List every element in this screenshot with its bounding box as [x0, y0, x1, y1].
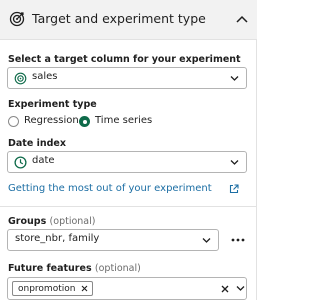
close-icon[interactable] [221, 285, 229, 293]
date-index-select[interactable]: date [7, 151, 247, 173]
target-label: Select a target column for your experime… [8, 54, 241, 65]
experiment-type-label: Experiment type [8, 99, 97, 110]
section-header[interactable]: Target and experiment type [0, 0, 257, 40]
groups-label-text: Groups [8, 216, 47, 227]
optional-tag: (optional) [94, 263, 141, 274]
groups-value: store_nbr, family [15, 233, 100, 244]
target-icon [14, 72, 27, 85]
section-title: Target and experiment type [32, 11, 206, 26]
more-icon[interactable] [231, 238, 245, 242]
target-select[interactable]: sales [7, 67, 247, 89]
groups-label: Groups (optional) [8, 216, 95, 227]
groups-select[interactable]: store_nbr, family [7, 229, 219, 251]
target-icon [9, 11, 25, 27]
target-value: sales [32, 71, 58, 82]
date-index-label: Date index [8, 138, 66, 149]
close-icon[interactable] [81, 285, 88, 292]
chevron-up-icon[interactable] [236, 14, 248, 24]
experiment-config-panel: Target and experiment type Select a targ… [0, 0, 257, 300]
date-index-value: date [32, 155, 55, 166]
radio-label: Regression [24, 115, 79, 126]
external-link-icon[interactable] [229, 184, 239, 194]
chevron-down-icon[interactable] [236, 285, 245, 292]
future-features-label: Future features (optional) [8, 263, 141, 274]
chip-label: onpromotion [18, 283, 76, 294]
chevron-down-icon [230, 160, 239, 165]
radio-button[interactable] [8, 116, 19, 127]
help-link[interactable]: Getting the most out of your experiment [8, 183, 212, 194]
divider [0, 206, 257, 207]
radio-label: Time series [95, 115, 153, 126]
optional-tag: (optional) [49, 216, 96, 227]
clock-icon [14, 156, 27, 169]
chevron-down-icon [230, 76, 239, 81]
chevron-down-icon [202, 238, 211, 243]
feature-chip[interactable]: onpromotion [12, 281, 94, 296]
future-features-label-text: Future features [8, 263, 92, 274]
radio-button-selected[interactable] [79, 116, 90, 127]
